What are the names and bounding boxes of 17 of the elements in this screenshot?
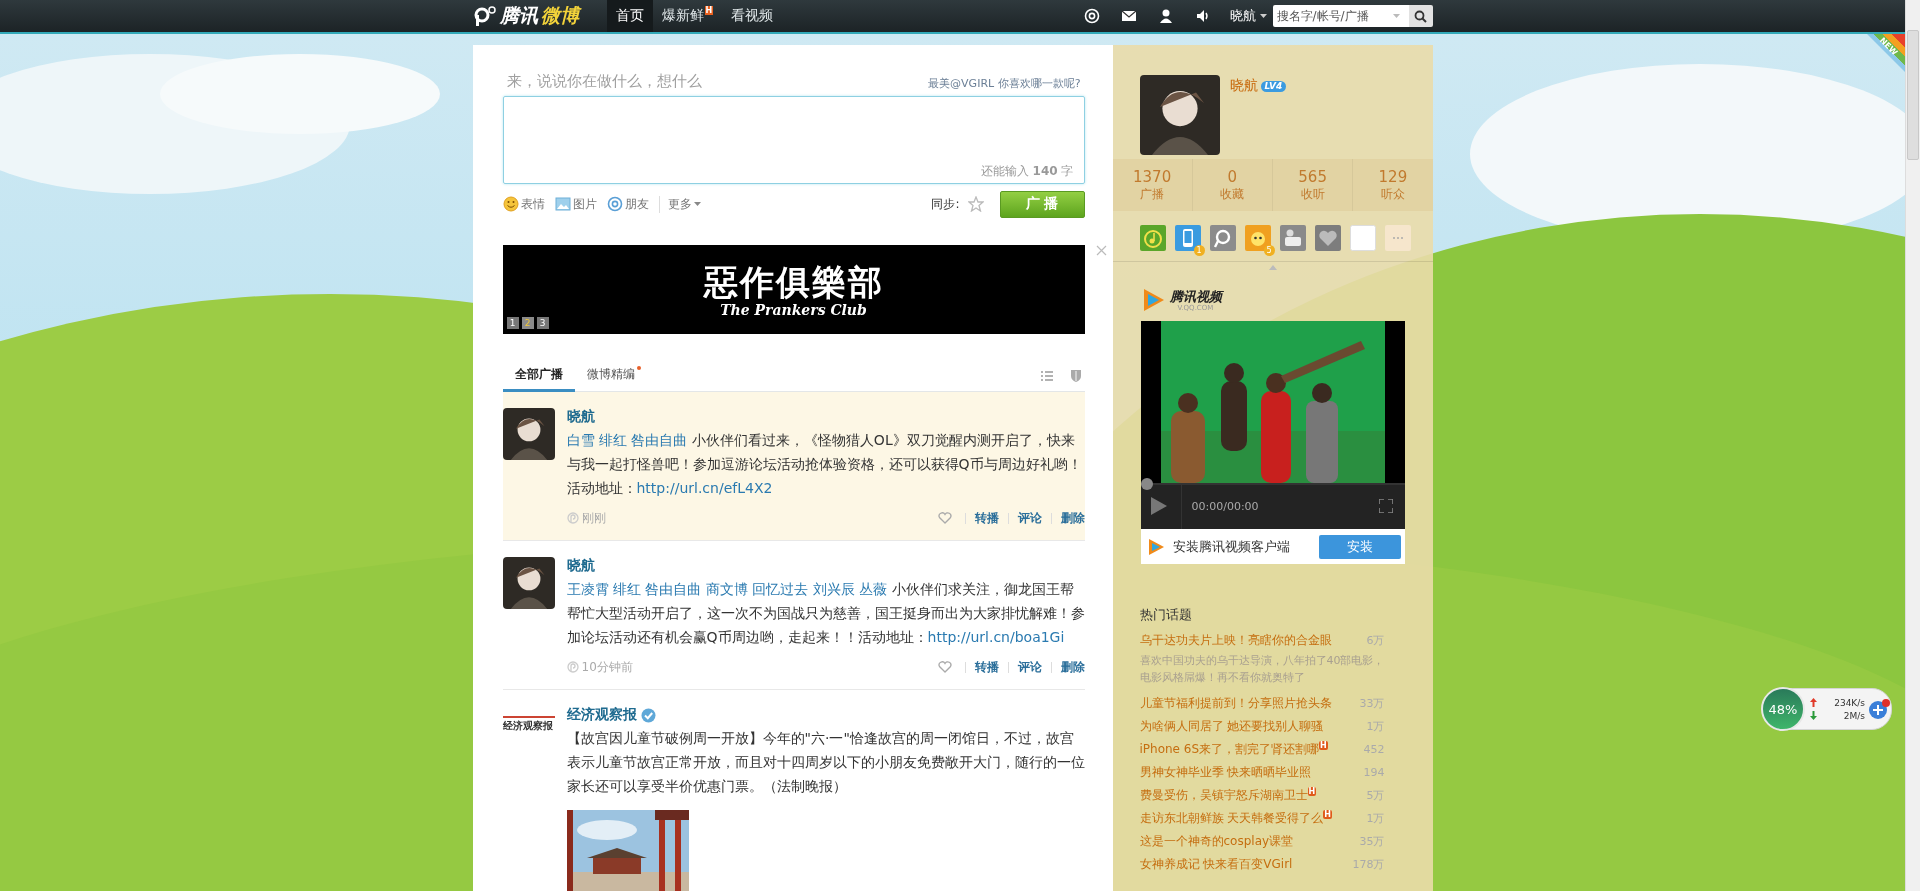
mention-icon[interactable] <box>1084 8 1100 24</box>
search-field[interactable]: 搜名字/帐号/广播 <box>1272 5 1409 27</box>
logo-icon <box>472 5 497 27</box>
mail-icon[interactable] <box>1121 8 1137 24</box>
caret-icon <box>1259 14 1267 18</box>
scrollbar-thumb[interactable] <box>1907 30 1919 160</box>
user-menu[interactable]: 晓航 <box>1221 0 1273 32</box>
search-icon <box>1414 9 1427 23</box>
caret-icon <box>1392 14 1400 18</box>
scrollbar[interactable] <box>1905 0 1920 891</box>
user-icon[interactable] <box>1158 8 1174 24</box>
speaker-icon[interactable] <box>1195 8 1211 24</box>
hot-badge: H <box>704 6 714 15</box>
logo[interactable]: 腾讯微博 <box>472 0 599 32</box>
search-button[interactable] <box>1408 5 1433 27</box>
nav-tab[interactable]: 看视频 <box>722 0 783 32</box>
nav-tab[interactable]: 首页 <box>606 0 653 32</box>
